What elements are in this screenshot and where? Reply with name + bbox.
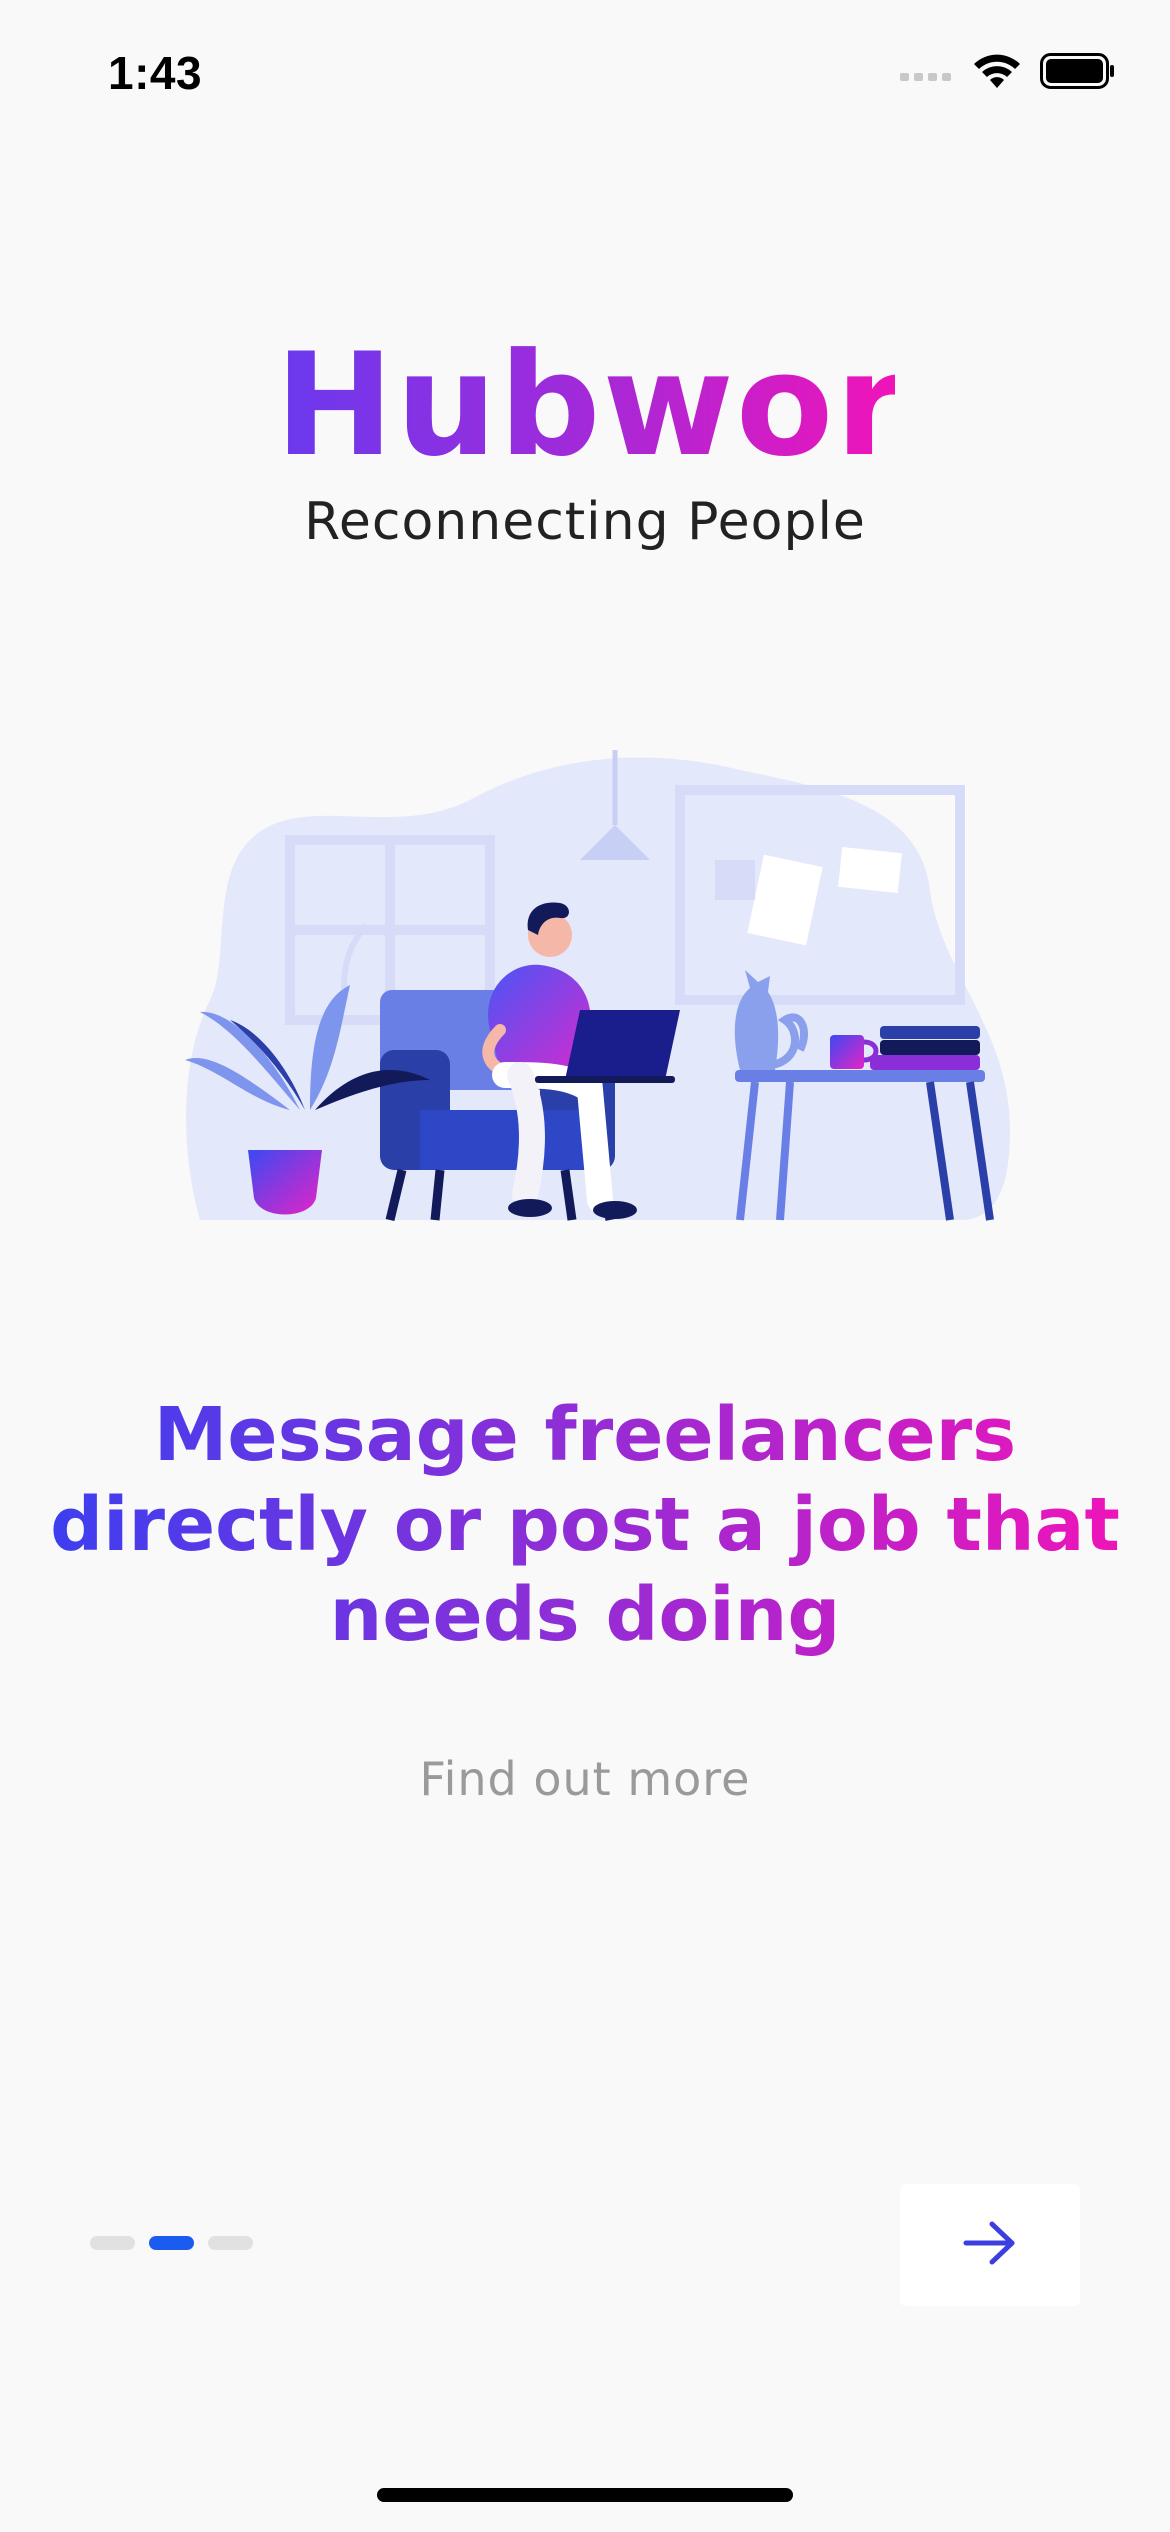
- onboarding-headline: Message freelancers directly or post a j…: [40, 1390, 1130, 1660]
- wifi-icon: [972, 52, 1022, 94]
- app-tagline: Reconnecting People: [304, 492, 866, 552]
- battery-icon: [1040, 53, 1116, 93]
- arrow-right-icon: [960, 2218, 1020, 2272]
- freelancer-working-illustration: [140, 730, 1040, 1230]
- home-indicator[interactable]: [377, 2488, 793, 2502]
- page-dot-3: [208, 2236, 253, 2250]
- cellular-signal-icon: [900, 61, 954, 85]
- page-dot-2-active: [149, 2236, 194, 2250]
- page-indicator: [90, 2236, 253, 2250]
- page-dot-1: [90, 2236, 135, 2250]
- next-button[interactable]: [900, 2184, 1080, 2306]
- status-time: 1:43: [108, 47, 203, 99]
- app-title: Hubwork: [275, 323, 1004, 488]
- status-icons: [900, 52, 1116, 94]
- find-out-more-link[interactable]: Find out more: [0, 1752, 1170, 1806]
